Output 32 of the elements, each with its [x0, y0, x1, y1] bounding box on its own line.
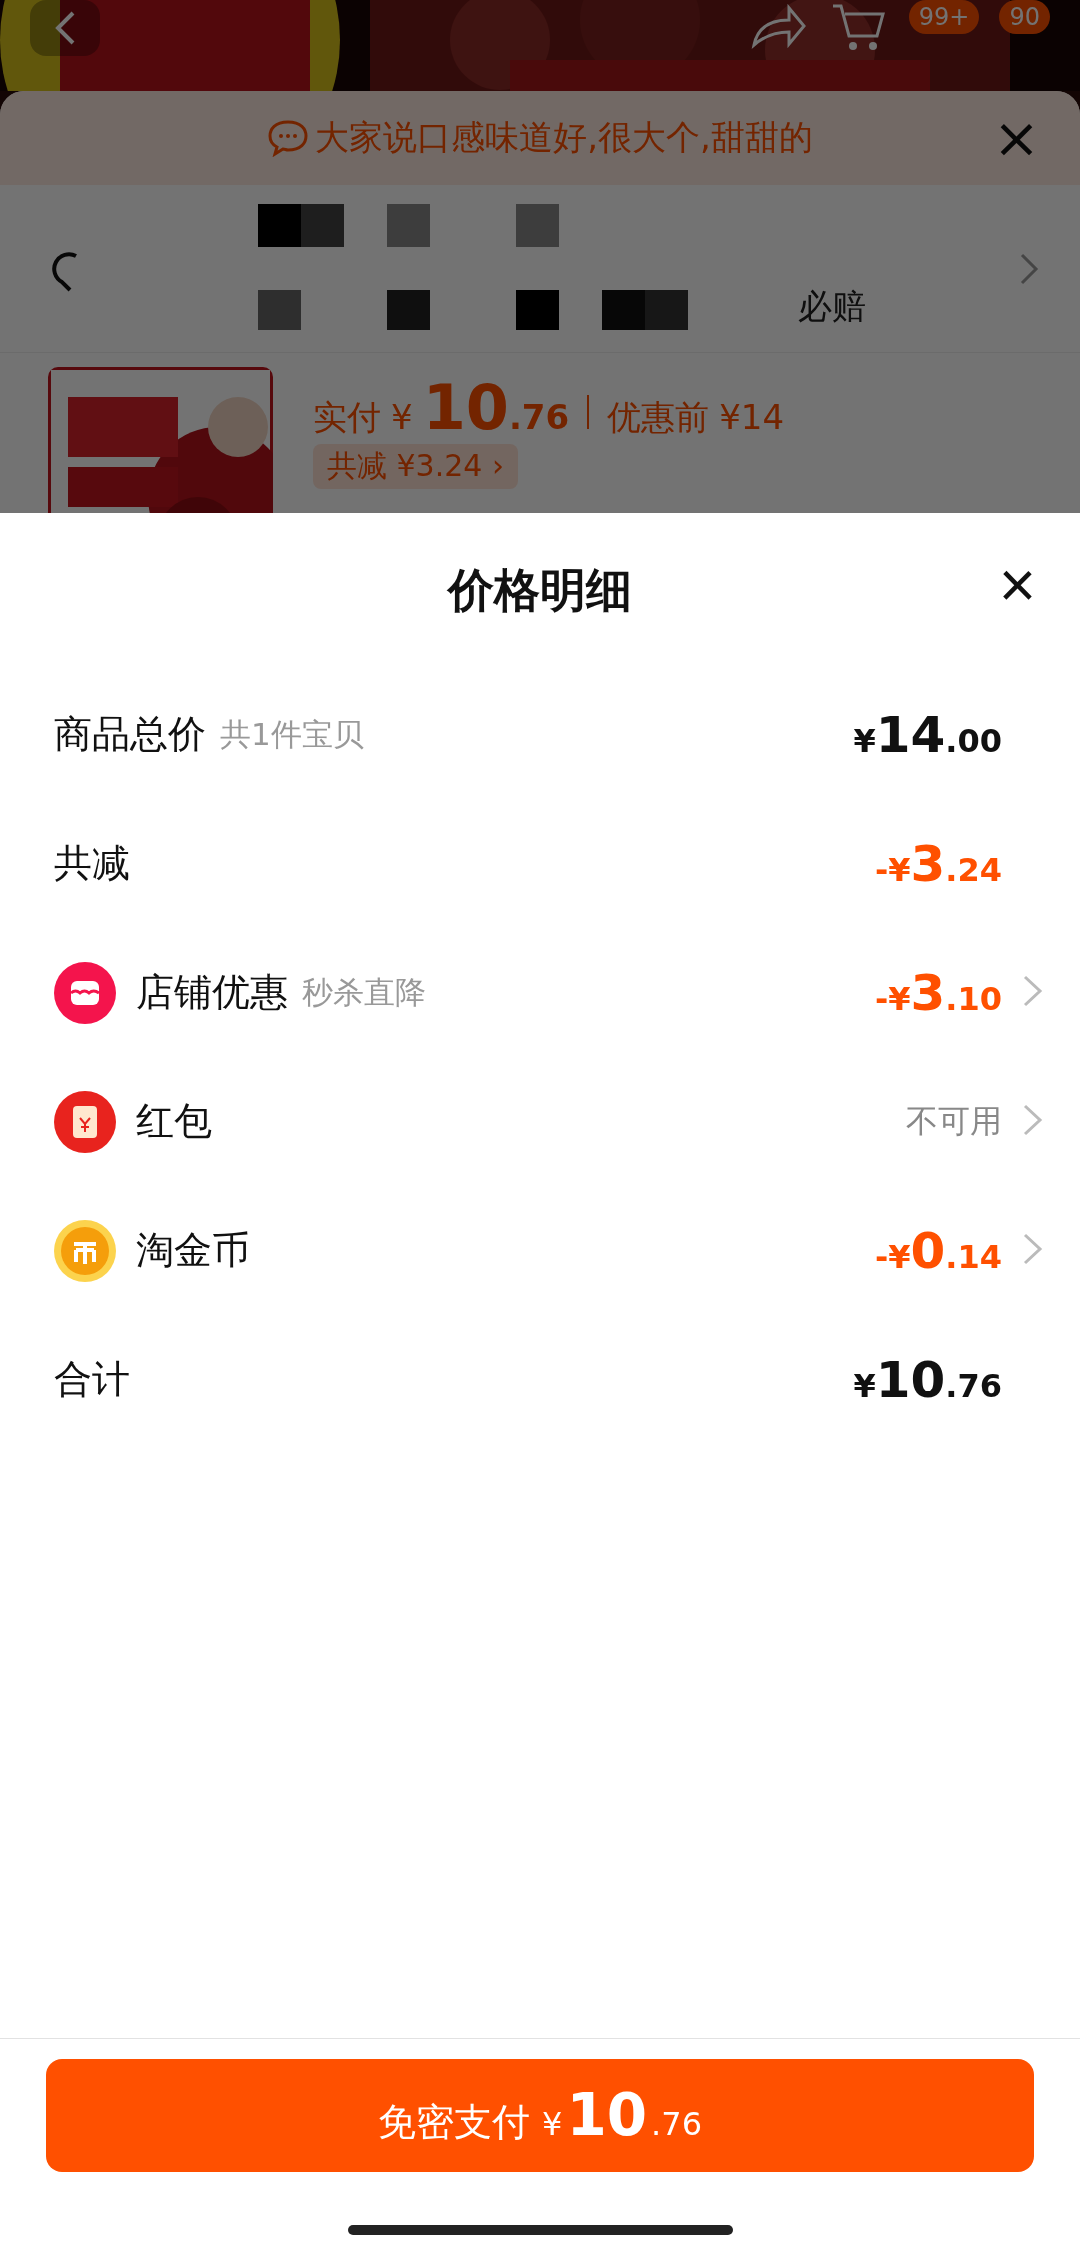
address-note: 必赔 [798, 285, 866, 328]
sheet-title: 价格明细 [448, 561, 632, 619]
close-icon[interactable]: × [993, 105, 1040, 170]
row-amount: -¥0.14 [874, 1221, 1002, 1280]
before-price: ¥14 [719, 397, 785, 437]
row-label: 店铺优惠 [136, 969, 288, 1016]
coin-icon [54, 1219, 116, 1282]
back-icon [53, 10, 77, 46]
row-value: 不可用 [906, 1100, 1002, 1142]
row-amount: -¥3.10 [874, 963, 1002, 1022]
row-note: 共1件宝贝 [220, 714, 364, 754]
chevron-icon [1018, 251, 1040, 286]
chat-icon [267, 119, 310, 157]
before-label: 优惠前 [607, 396, 710, 439]
row-label: 红包 [136, 1098, 212, 1145]
row-amount: -¥3.24 [874, 834, 1002, 893]
paid-price: 10.76 [422, 371, 570, 444]
pay-button[interactable]: 免密支付 ¥10.76 [46, 2059, 1034, 2172]
row-label: 商品总价 [54, 711, 206, 758]
row-amount: ¥14.00 [853, 705, 1002, 764]
row-label: 淘金币 [136, 1227, 250, 1274]
paid-symbol: ¥ [391, 397, 413, 437]
envelope-icon [54, 1090, 116, 1153]
row-label: 合计 [54, 1356, 130, 1403]
review-banner-text: 大家说口感味道好,很大个,甜甜的 [315, 116, 813, 159]
close-button[interactable]: × [990, 553, 1044, 617]
discount-pill[interactable]: 共减 ¥3.24 › [313, 444, 518, 489]
row-label: 共减 [54, 840, 130, 887]
shop-icon [54, 961, 116, 1024]
paid-label: 实付 [313, 396, 381, 439]
row-amount: ¥10.76 [853, 1350, 1002, 1409]
row-note: 秒杀直降 [302, 972, 426, 1012]
